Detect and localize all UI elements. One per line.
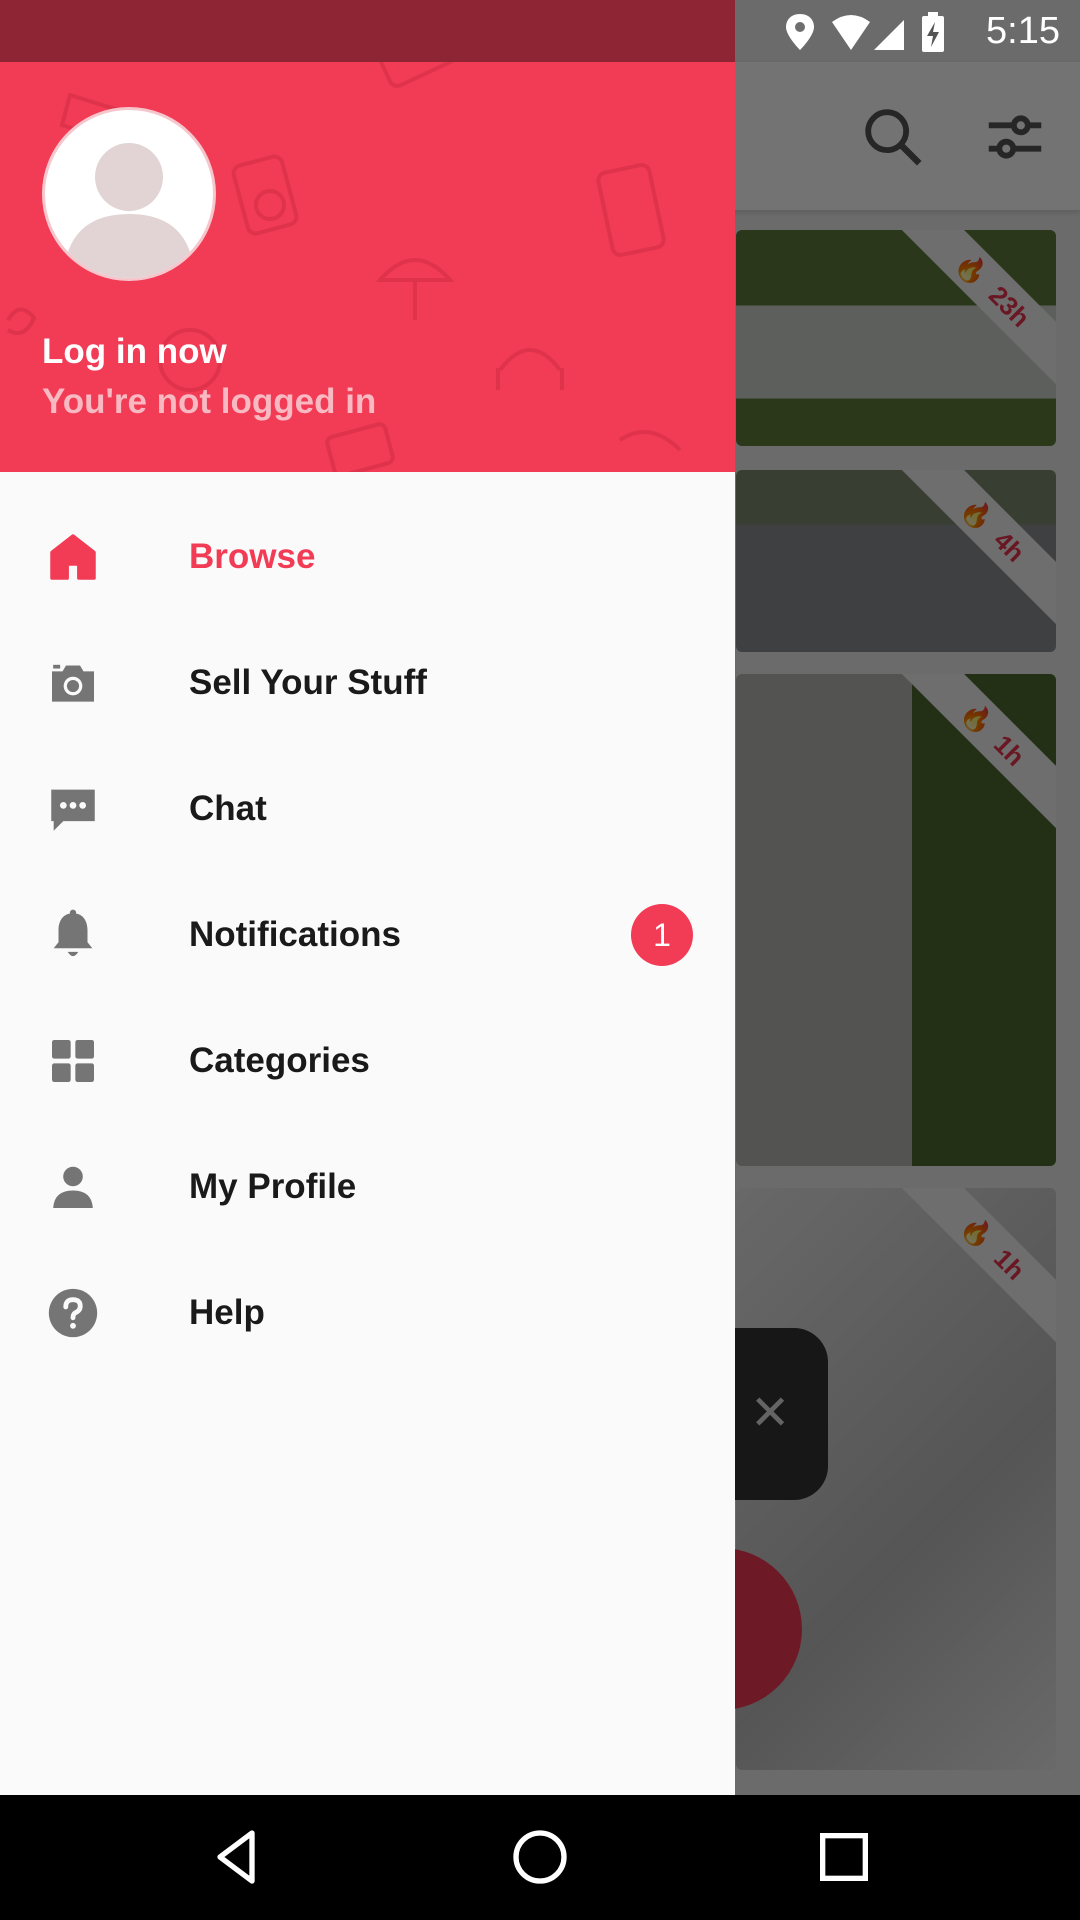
status-bar-drawer-area xyxy=(0,0,735,62)
menu-item-sell-your-stuff[interactable]: Sell Your Stuff xyxy=(0,620,735,746)
battery-charging-icon xyxy=(922,12,944,52)
wifi-icon xyxy=(832,15,870,50)
notification-count-badge: 1 xyxy=(631,904,693,966)
drawer-menu: Browse Sell Your Stuff Chat Notification… xyxy=(0,494,735,1376)
menu-item-label: Categories xyxy=(189,1041,370,1080)
menu-item-label: My Profile xyxy=(189,1167,357,1206)
status-time: 5:15 xyxy=(986,10,1060,52)
status-bar: 5:15 xyxy=(0,0,1080,62)
menu-item-categories[interactable]: Categories xyxy=(0,998,735,1124)
help-icon xyxy=(38,1250,108,1376)
navigation-drawer: Log in now You're not logged in Browse S… xyxy=(0,0,735,1795)
recent-apps-icon[interactable] xyxy=(812,1825,876,1889)
menu-item-browse[interactable]: Browse xyxy=(0,494,735,620)
status-icons xyxy=(786,12,944,52)
menu-item-help[interactable]: Help xyxy=(0,1250,735,1376)
menu-item-label: Browse xyxy=(189,537,316,576)
bell-icon xyxy=(38,872,108,998)
avatar[interactable] xyxy=(42,107,216,281)
location-icon xyxy=(786,14,814,50)
menu-item-chat[interactable]: Chat xyxy=(0,746,735,872)
menu-item-label: Chat xyxy=(189,789,267,828)
system-navigation-bar xyxy=(0,1795,1080,1920)
cell-signal-icon xyxy=(874,20,904,50)
home-button-icon[interactable] xyxy=(508,1825,572,1889)
menu-item-label: Notifications xyxy=(189,915,401,954)
camera-icon xyxy=(38,620,108,746)
person-avatar-icon xyxy=(67,143,191,278)
menu-item-label: Help xyxy=(189,1293,265,1332)
login-subtitle: You're not logged in xyxy=(42,382,377,421)
home-icon xyxy=(38,494,108,620)
drawer-header: Log in now You're not logged in xyxy=(0,62,735,472)
grid-icon xyxy=(38,998,108,1124)
chat-icon xyxy=(38,746,108,872)
menu-item-my-profile[interactable]: My Profile xyxy=(0,1124,735,1250)
back-icon[interactable] xyxy=(204,1825,268,1889)
person-icon xyxy=(38,1124,108,1250)
menu-item-label: Sell Your Stuff xyxy=(189,663,427,702)
menu-item-notifications[interactable]: Notifications 1 xyxy=(0,872,735,998)
login-title[interactable]: Log in now xyxy=(42,332,227,372)
